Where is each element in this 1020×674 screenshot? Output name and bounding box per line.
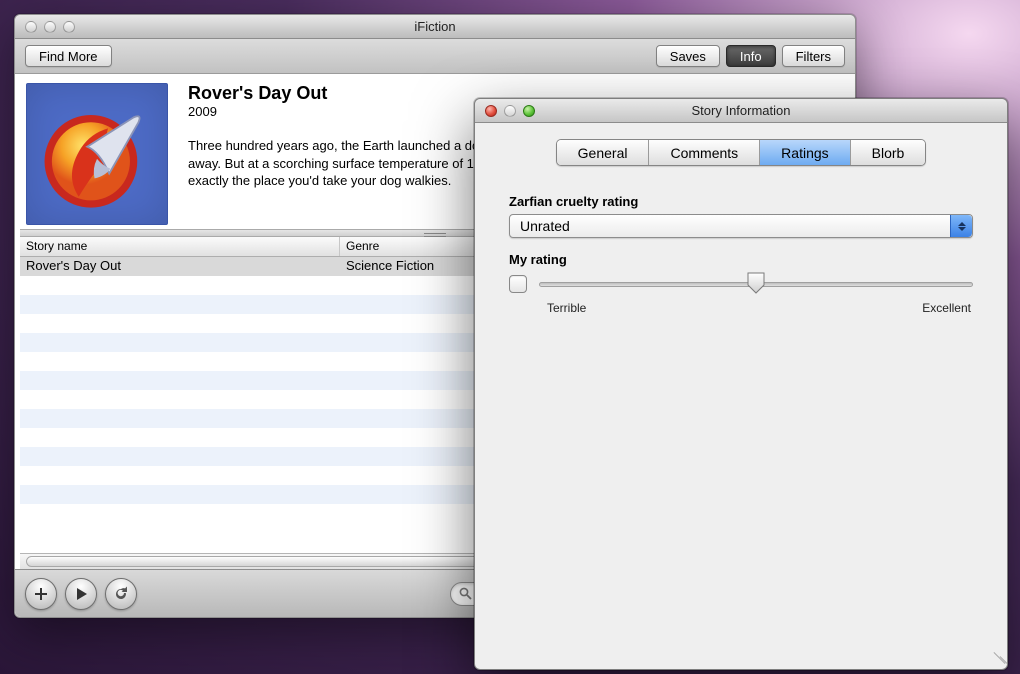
resize-grip[interactable] (989, 651, 1003, 665)
zarfian-select[interactable]: Unrated (509, 214, 973, 238)
myrating-checkbox[interactable] (509, 275, 527, 293)
zoom-icon[interactable] (523, 105, 535, 117)
play-icon (74, 587, 88, 601)
zarfian-label: Zarfian cruelty rating (509, 194, 973, 209)
zoom-icon[interactable] (63, 21, 75, 33)
select-stepper-icon (950, 215, 972, 237)
info-window-title: Story Information (475, 103, 1007, 118)
minimize-icon[interactable] (504, 105, 516, 117)
main-titlebar[interactable]: iFiction (15, 15, 855, 39)
reload-button[interactable] (105, 578, 137, 610)
minimize-icon[interactable] (44, 21, 56, 33)
info-titlebar[interactable]: Story Information (475, 99, 1007, 123)
reload-icon (113, 586, 129, 602)
tab-comments[interactable]: Comments (649, 140, 760, 165)
cover-art (26, 83, 168, 225)
story-info-window: Story Information General Comments Ratin… (474, 98, 1008, 670)
close-icon[interactable] (485, 105, 497, 117)
close-icon[interactable] (25, 21, 37, 33)
add-button[interactable] (25, 578, 57, 610)
scale-min-label: Terrible (547, 301, 586, 315)
info-button[interactable]: Info (726, 45, 776, 67)
play-button[interactable] (65, 578, 97, 610)
scale-max-label: Excellent (922, 301, 971, 315)
myrating-slider[interactable] (539, 273, 973, 295)
main-toolbar: Find More Saves Info Filters (15, 39, 855, 74)
slider-thumb[interactable] (747, 272, 765, 294)
info-tabs: General Comments Ratings Blorb (556, 139, 927, 166)
find-more-button[interactable]: Find More (25, 45, 112, 67)
search-icon (459, 587, 472, 600)
cell-story-name: Rover's Day Out (20, 257, 340, 276)
plus-icon (33, 586, 49, 602)
column-story-name[interactable]: Story name (20, 237, 340, 256)
tab-ratings[interactable]: Ratings (760, 140, 850, 165)
tab-blorb[interactable]: Blorb (851, 140, 926, 165)
filters-button[interactable]: Filters (782, 45, 845, 67)
myrating-label: My rating (509, 252, 973, 267)
main-window-title: iFiction (15, 19, 855, 34)
saves-button[interactable]: Saves (656, 45, 720, 67)
tab-general[interactable]: General (557, 140, 650, 165)
zarfian-value: Unrated (520, 218, 570, 234)
